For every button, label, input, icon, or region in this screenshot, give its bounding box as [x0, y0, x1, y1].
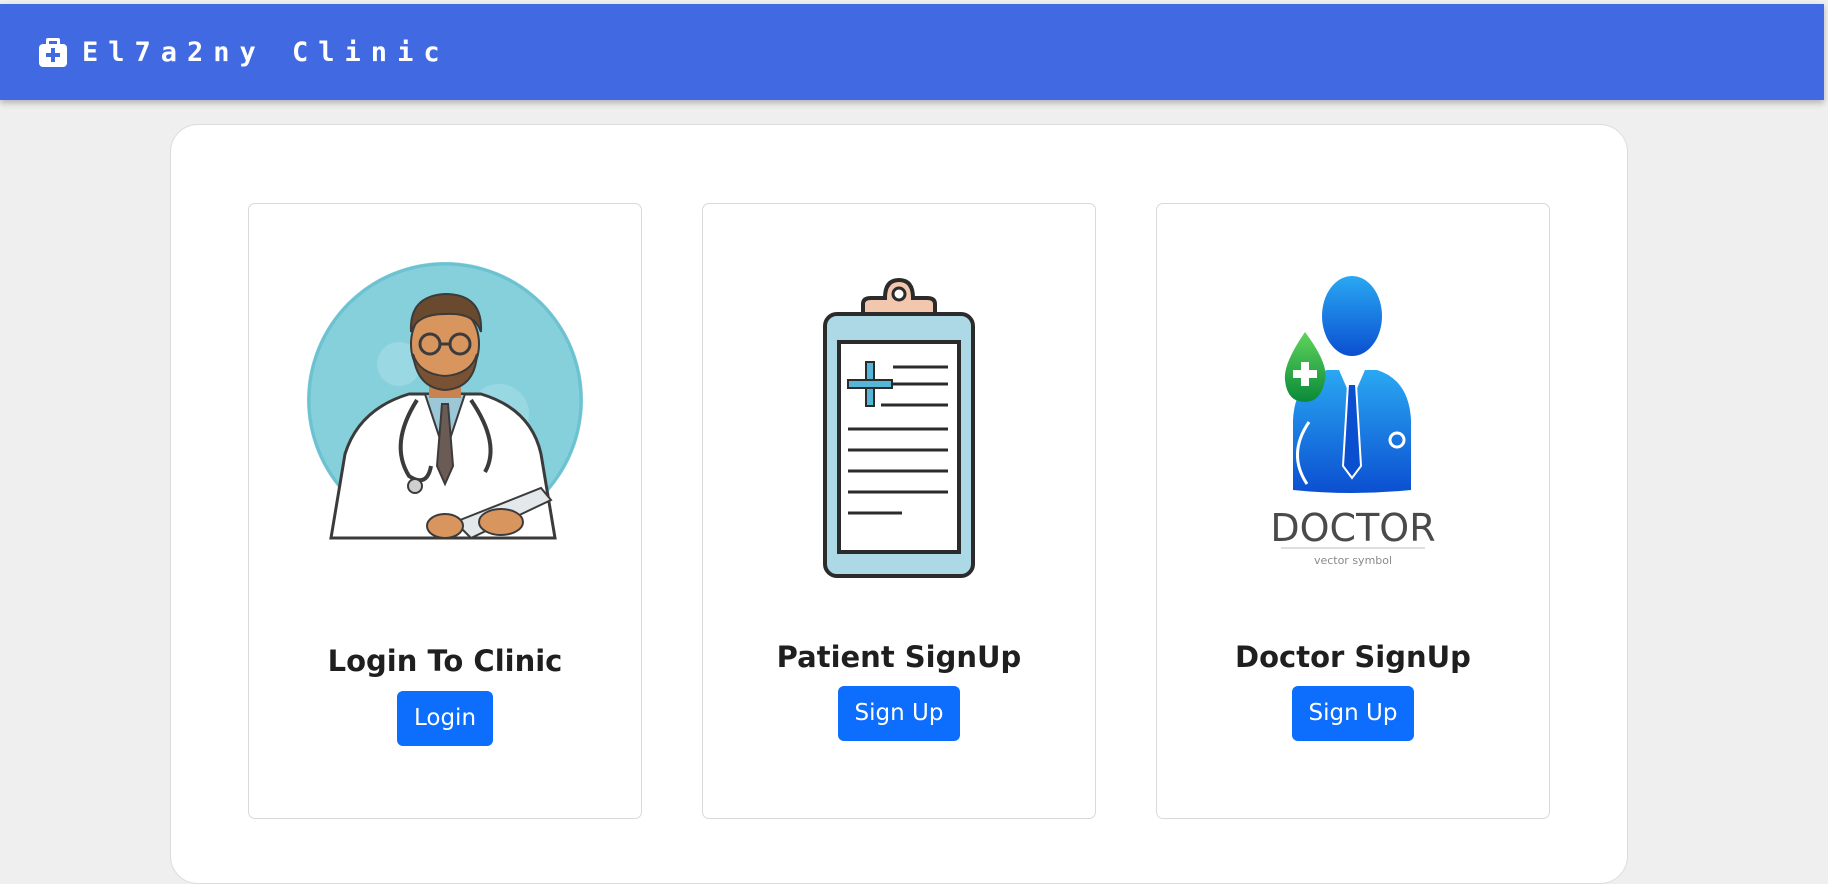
- brand-name: El7a2ny Clinic: [82, 36, 450, 68]
- clipboard-icon: [703, 204, 1095, 624]
- brand[interactable]: El7a2ny Clinic: [38, 36, 450, 68]
- main-panel: Login To Clinic Login Patient SignUp Sig…: [170, 124, 1628, 884]
- doctor-signup-button[interactable]: Sign Up: [1292, 686, 1414, 741]
- medkit-icon: [38, 36, 68, 68]
- doctor-illustration: [249, 204, 641, 624]
- doctor-logo-caption: vector symbol: [1314, 554, 1392, 567]
- patient-signup-card: Patient SignUp Sign Up: [702, 203, 1096, 819]
- login-card: Login To Clinic Login: [248, 203, 642, 819]
- doctor-silhouette-icon: DOCTOR vector symbol: [1157, 204, 1549, 624]
- navbar: El7a2ny Clinic: [0, 4, 1824, 100]
- login-card-title: Login To Clinic: [327, 644, 563, 678]
- login-button[interactable]: Login: [397, 691, 493, 746]
- doctor-signup-card: DOCTOR vector symbol Doctor SignUp Sign …: [1156, 203, 1550, 819]
- doctor-signup-title: Doctor SignUp: [1235, 640, 1471, 674]
- patient-signup-title: Patient SignUp: [776, 640, 1022, 674]
- patient-signup-button[interactable]: Sign Up: [838, 686, 960, 741]
- doctor-logo-word: DOCTOR: [1270, 506, 1435, 550]
